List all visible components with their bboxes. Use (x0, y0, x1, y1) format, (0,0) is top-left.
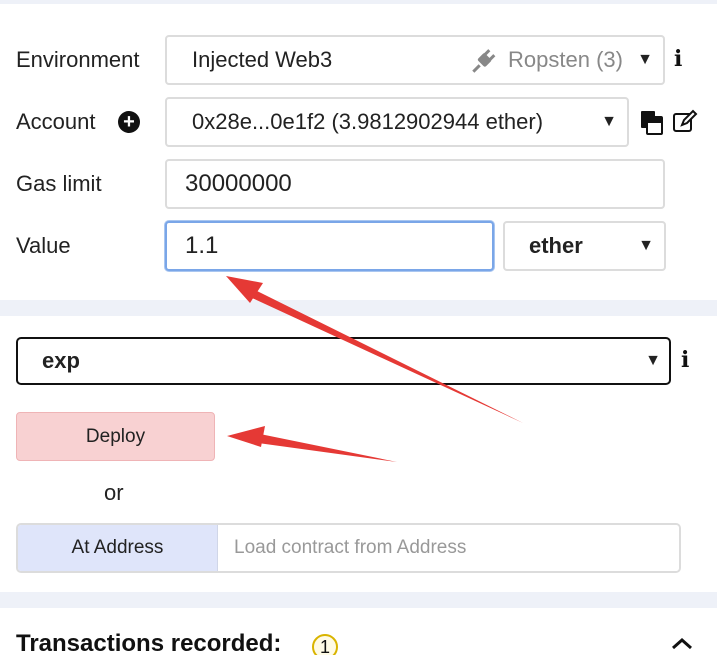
arrow-to-deploy (227, 426, 397, 462)
deploy-button[interactable]: Deploy (16, 412, 215, 461)
at-address-group: At Address (16, 523, 681, 573)
account-select[interactable]: 0x28e...0e1f2 (3.9812902944 ether) ▼ (165, 97, 629, 147)
value-unit: ether (529, 233, 583, 258)
plug-icon (472, 49, 496, 73)
contract-select[interactable]: exp ▼ (16, 337, 671, 385)
network-indicator: Ropsten (3) (472, 47, 623, 73)
environment-label: Environment (16, 47, 140, 72)
chevron-down-icon: ▼ (637, 51, 653, 68)
environment-select[interactable]: Injected Web3 Ropsten (3) ▼ (165, 35, 665, 85)
gas-limit-input[interactable]: 30000000 (165, 159, 665, 209)
account-value: 0x28e...0e1f2 (3.9812902944 ether) (192, 109, 544, 134)
value-label: Value (16, 233, 71, 258)
environment-info-icon[interactable]: i (674, 46, 682, 72)
contract-info-icon[interactable]: i (681, 347, 689, 373)
transactions-title: Transactions recorded: (16, 630, 282, 655)
address-input[interactable] (218, 525, 679, 571)
contract-name: exp (42, 348, 80, 373)
value-unit-select[interactable]: ether ▼ (503, 221, 666, 271)
add-account-icon[interactable]: + (118, 111, 140, 133)
copy-icon[interactable] (639, 109, 665, 135)
chevron-down-icon: ▼ (645, 352, 661, 369)
chevron-up-icon[interactable] (670, 636, 694, 650)
value-input[interactable]: 1.1 (165, 221, 494, 271)
network-name: Ropsten (3) (508, 47, 623, 72)
gas-limit-label: Gas limit (16, 171, 102, 196)
chevron-down-icon: ▼ (638, 237, 654, 254)
chevron-down-icon: ▼ (601, 113, 617, 130)
section-separator (0, 592, 717, 608)
or-text: or (104, 480, 124, 505)
top-band (0, 0, 717, 4)
edit-icon[interactable] (672, 109, 698, 135)
at-address-button[interactable]: At Address (18, 525, 218, 571)
section-separator (0, 300, 717, 316)
account-label: Account (16, 109, 96, 134)
environment-value: Injected Web3 (192, 47, 333, 72)
transactions-count-badge: 1 (312, 634, 338, 655)
